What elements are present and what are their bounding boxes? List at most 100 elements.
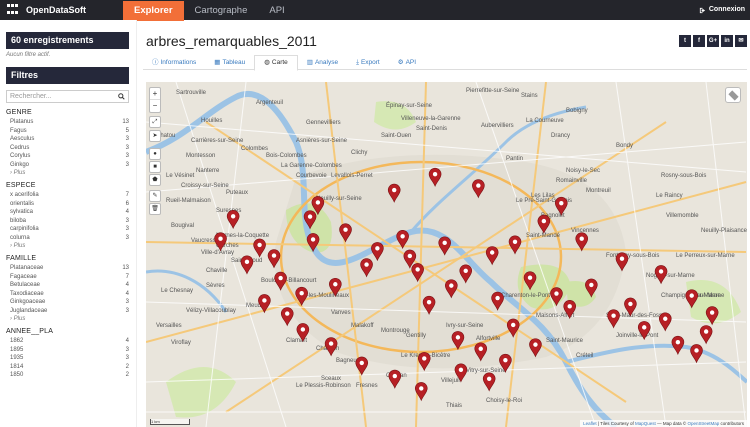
delete-icon[interactable]: 🗑 xyxy=(149,203,161,215)
facet-item[interactable]: Platanaceae 13 xyxy=(6,265,129,274)
facet-item[interactable]: colurna 3 xyxy=(6,235,129,244)
map-place-label: Vanves xyxy=(331,310,351,316)
draw-circle-icon[interactable]: ● xyxy=(149,148,161,160)
facet-item[interactable]: Fagaceae 7 xyxy=(6,274,129,283)
facet-item[interactable]: x acerifolia 7 xyxy=(6,192,129,201)
facebook-share-icon[interactable]: f xyxy=(693,35,705,47)
facet-item[interactable]: Aesculus 3 xyxy=(6,136,129,145)
facet-item[interactable]: Ginkgo 3 xyxy=(6,162,129,171)
table-icon: ▦ xyxy=(214,58,221,66)
facet-item-count: 3 xyxy=(125,299,129,305)
facet-item-label: 1814 xyxy=(10,363,24,370)
zoom-out-button[interactable]: − xyxy=(150,100,160,112)
info-icon: ⓘ xyxy=(152,58,159,66)
linkedin-share-icon[interactable]: in xyxy=(721,35,733,47)
map-place-label: Le Chesnay xyxy=(161,288,193,294)
leaflet-link[interactable]: Leaflet xyxy=(583,421,597,426)
map-place-label: Noisy-le-Sec xyxy=(566,168,600,174)
tab-informations[interactable]: ⓘ Informations xyxy=(143,55,205,70)
facet-item-label: x acerifolia xyxy=(10,192,39,198)
twitter-share-icon[interactable]: t xyxy=(679,35,691,47)
nav-api[interactable]: API xyxy=(258,1,295,21)
facet-item[interactable]: Betulaceae 4 xyxy=(6,282,129,291)
map-scale: 1 km xyxy=(150,419,190,425)
facet-item[interactable]: Cedrus 3 xyxy=(6,145,129,154)
top-navigation-bar: OpenDataSoft Explorer Cartographe API Conn… xyxy=(0,0,750,21)
facet-item[interactable]: orientalis 6 xyxy=(6,201,129,210)
facet-item-label: biloba xyxy=(10,217,27,224)
map-view[interactable]: Sartrouville Argenteuil Gennevilliers Saint… xyxy=(146,82,747,427)
facet-item[interactable]: 1895 3 xyxy=(6,347,129,356)
tab-tableau[interactable]: ▦ Tableau xyxy=(205,55,254,70)
facet-item[interactable]: 1850 2 xyxy=(6,372,129,381)
nav-cartographe[interactable]: Cartographe xyxy=(184,1,259,21)
facet-item[interactable]: Platanus 13 xyxy=(6,119,129,128)
connexion-label: Connexion xyxy=(708,6,745,13)
map-tiles[interactable]: Sartrouville Argenteuil Gennevilliers Saint… xyxy=(146,82,747,427)
map-place-label: Versailles xyxy=(156,323,182,329)
map-place-label: Créteil xyxy=(576,353,593,359)
tab-analyse[interactable]: ▥ Analyse xyxy=(298,55,347,70)
facet-item-count: 7 xyxy=(125,273,129,280)
draw-rectangle-icon[interactable]: ■ xyxy=(149,161,161,173)
map-place-label: Bondy xyxy=(616,143,633,149)
facet-more-link[interactable]: › Plus xyxy=(6,243,129,249)
globe-icon: ◍ xyxy=(264,59,270,66)
map-place-label: Drancy xyxy=(551,133,570,139)
main-nav: Explorer Cartographe API xyxy=(123,0,296,21)
connexion-link[interactable]: Connexion xyxy=(699,0,745,20)
facet-item[interactable]: biloba 3 xyxy=(6,218,129,227)
filter-search-input[interactable]: Rechercher... xyxy=(6,90,129,103)
map-place-label: Vincennes xyxy=(571,228,599,234)
draw-polygon-icon[interactable]: ⬟ xyxy=(149,174,161,186)
facet-item[interactable]: Taxodiaceae 4 xyxy=(6,291,129,300)
facet-item[interactable]: 1814 2 xyxy=(6,364,129,373)
facet-item[interactable]: Corylus 3 xyxy=(6,153,129,162)
page-title: arbres_remarquables_2011 xyxy=(146,33,317,49)
map-place-label: Saint-Mandé xyxy=(526,233,561,239)
search-icon[interactable] xyxy=(118,93,125,100)
facet-item[interactable]: Ginkgoaceae 3 xyxy=(6,299,129,308)
facet-item-count: 3 xyxy=(125,161,129,168)
facet-group: FAMILLE Platanaceae 13 Fagaceae 7 Betulaceae 4… xyxy=(6,255,129,322)
edit-icon[interactable]: ✎ xyxy=(149,190,161,202)
map-place-label: Joinville-le-Pont xyxy=(616,333,659,339)
app-logo[interactable]: OpenDataSoft xyxy=(0,0,123,20)
facet-more-link[interactable]: › Plus xyxy=(6,170,129,176)
map-attribution: Leaflet | Tiles Courtesy of MapQuest — M… xyxy=(580,420,747,427)
tab-api[interactable]: ⚙ API xyxy=(389,55,425,70)
tab-export[interactable]: ⤓ Export xyxy=(347,55,389,70)
facet-item-count: 7 xyxy=(125,192,129,198)
tab-carte[interactable]: ◍ Carte xyxy=(254,55,298,71)
map-place-label: Saint-Denis xyxy=(416,126,447,132)
zoom-in-button[interactable]: + xyxy=(150,88,160,100)
facet-item[interactable]: 1862 4 xyxy=(6,338,129,347)
facet-item[interactable]: 1935 3 xyxy=(6,355,129,364)
facet-item-label: orientalis xyxy=(10,200,35,207)
fullscreen-icon[interactable]: ⤢ xyxy=(149,116,161,128)
nav-explorer[interactable]: Explorer xyxy=(123,0,184,21)
map-place-label: Villejuif xyxy=(441,378,460,384)
facet-item[interactable]: sylvatica 4 xyxy=(6,209,129,218)
map-place-label: Nogent-sur-Marne xyxy=(646,273,695,279)
facet-group: ANNEE__PLA 1862 4 1895 3 1935 3 1814 2 1850 2 xyxy=(6,328,129,381)
email-share-icon[interactable]: ✉ xyxy=(735,35,747,47)
facet-group: ESPECE x acerifolia 7 orientalis 6 sylvatica 4… xyxy=(6,182,129,249)
map-place-label: Bobigny xyxy=(566,108,588,114)
map-place-label: Choisy-le-Roi xyxy=(486,398,522,404)
layers-icon[interactable] xyxy=(725,87,741,103)
map-place-label: Levallois-Perret xyxy=(331,173,373,179)
facet-item-count: 6 xyxy=(125,200,129,207)
facet-item-label: carpinifolia xyxy=(10,226,39,232)
facet-item[interactable]: Juglandaceae 3 xyxy=(6,308,129,317)
map-place-label: Houilles xyxy=(201,118,222,124)
facet-item-label: Ginkgoaceae xyxy=(10,299,46,305)
openstreetmap-link[interactable]: OpenStreetMap xyxy=(687,421,719,426)
facet-item[interactable]: carpinifolia 3 xyxy=(6,226,129,235)
locate-icon[interactable]: ➤ xyxy=(149,130,161,142)
googleplus-share-icon[interactable]: G+ xyxy=(707,35,719,47)
facet-more-link[interactable]: › Plus xyxy=(6,316,129,322)
facet-item[interactable]: Fagus 5 xyxy=(6,128,129,137)
mapquest-link[interactable]: MapQuest xyxy=(635,421,656,426)
map-place-label: Malakoff xyxy=(351,323,374,329)
